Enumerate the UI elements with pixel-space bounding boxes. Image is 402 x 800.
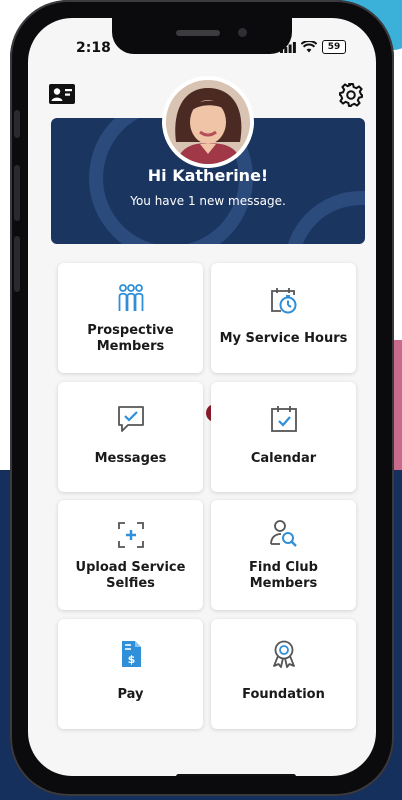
dollar-document-icon: $ (122, 641, 141, 667)
people-group-icon (118, 284, 144, 311)
award-ribbon-icon (273, 640, 295, 668)
settings-gear-icon[interactable] (338, 82, 364, 108)
id-card-icon[interactable] (49, 84, 75, 104)
tile-prospective-members[interactable]: Prospective Members (58, 263, 203, 373)
wifi-icon (301, 41, 317, 53)
app-screen: 2:18 59 Hi Katherine! You have 1 new mes… (28, 18, 376, 776)
camera-frame-plus-icon (118, 522, 144, 548)
tile-calendar[interactable]: Calendar (211, 382, 356, 492)
tile-pay[interactable]: $ Pay (58, 619, 203, 729)
front-camera (238, 28, 247, 37)
mute-switch (14, 110, 20, 138)
cellular-signal-icon (280, 41, 296, 53)
tile-messages[interactable]: Messages (58, 382, 203, 492)
battery-icon: 59 (322, 40, 346, 54)
message-check-icon (118, 406, 144, 432)
notch (112, 18, 292, 54)
tile-find-club-members[interactable]: Find Club Members (211, 500, 356, 610)
person-search-icon (270, 520, 297, 547)
tile-label: Pay (117, 687, 144, 702)
tile-label: Upload Service Selfies (75, 560, 186, 591)
tile-label: Messages (94, 451, 167, 466)
status-icons: 59 (280, 40, 346, 54)
volume-up-button (14, 165, 20, 221)
stopwatch-calendar-icon (271, 288, 297, 314)
speaker (176, 30, 220, 36)
calendar-check-icon (271, 406, 297, 432)
svg-text:$: $ (128, 653, 136, 666)
tile-label: Find Club Members (249, 560, 318, 591)
profile-photo (166, 80, 250, 164)
home-indicator[interactable] (176, 774, 296, 776)
status-time: 2:18 (76, 40, 111, 56)
volume-down-button (14, 236, 20, 292)
tile-label: My Service Hours (219, 331, 348, 346)
greeting-text: Hi Katherine! (147, 166, 269, 185)
tile-label: Prospective Members (87, 323, 174, 354)
tile-my-service-hours[interactable]: My Service Hours (211, 263, 356, 373)
profile-avatar[interactable] (162, 76, 254, 168)
tile-upload-service-selfies[interactable]: Upload Service Selfies (58, 500, 203, 610)
new-message-text[interactable]: You have 1 new message. (51, 194, 365, 208)
tile-label: Calendar (250, 451, 317, 466)
tile-foundation[interactable]: Foundation (211, 619, 356, 729)
tile-label: Foundation (242, 687, 325, 702)
